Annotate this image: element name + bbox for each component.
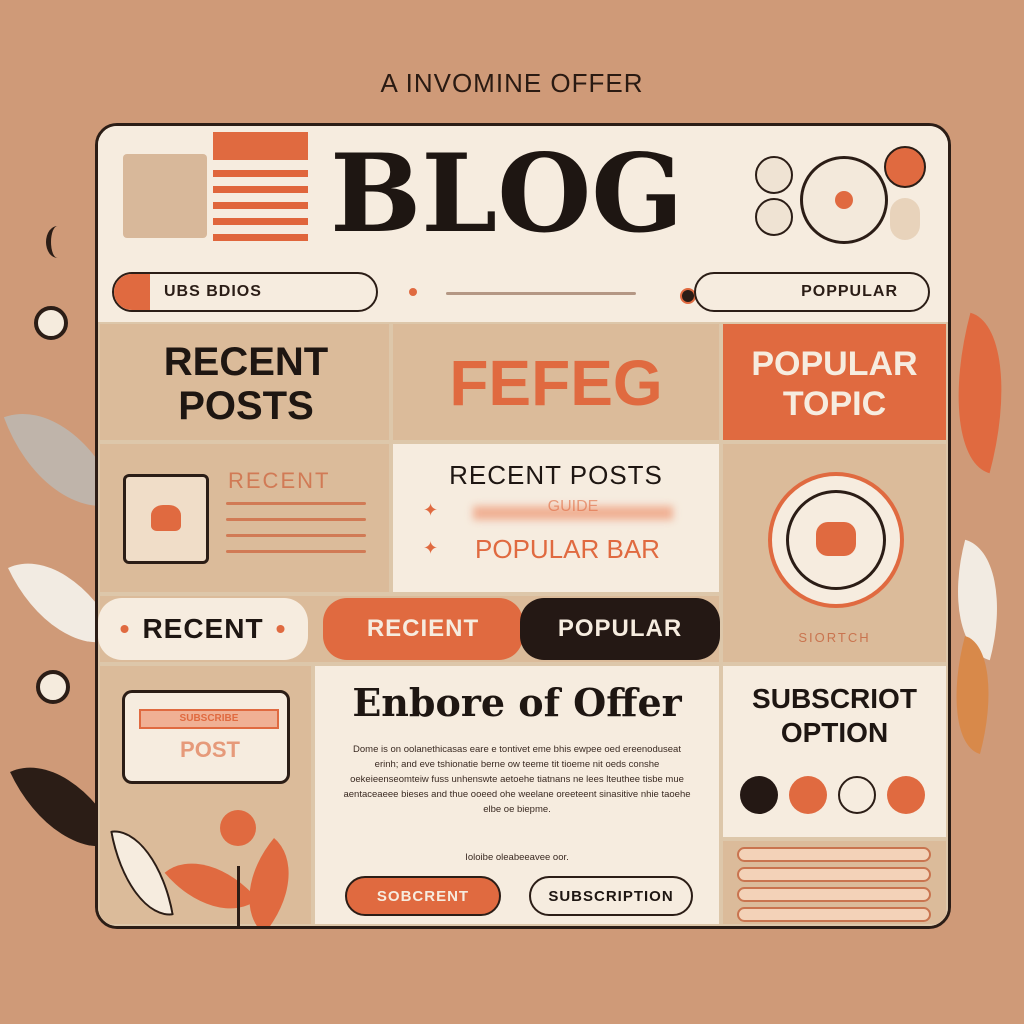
tab-recent-label: RECENT bbox=[142, 613, 264, 644]
star-thumbnail bbox=[123, 474, 209, 564]
stem bbox=[237, 866, 240, 926]
text-line bbox=[226, 534, 366, 537]
text-line bbox=[226, 550, 366, 553]
blog-title: BLOG bbox=[330, 131, 684, 257]
post-thumbnail: SUBSCRIBE POST bbox=[122, 690, 290, 784]
search-left-text: UBS BDIOS bbox=[164, 283, 262, 300]
recent-posts-card[interactable]: RECENT POSTS bbox=[98, 322, 391, 442]
bullet-icon: ✦ bbox=[423, 500, 439, 520]
recent-label: RECENT bbox=[228, 468, 331, 493]
offer-primary-button[interactable]: SOBCRENT bbox=[345, 876, 501, 916]
post-card[interactable]: SUBSCRIBE POST bbox=[98, 664, 316, 926]
recent-posts-subheading: RECENT POSTS bbox=[449, 460, 663, 490]
media-caption: SIORTCH bbox=[798, 630, 871, 645]
offer-subscription-button[interactable]: SUBSCRIPTION bbox=[529, 876, 693, 916]
bookmark-icon[interactable] bbox=[890, 198, 920, 240]
bullet-icon: ✦ bbox=[423, 538, 439, 558]
leaf-icon bbox=[164, 838, 258, 926]
star-icon bbox=[151, 505, 181, 531]
user-icon[interactable] bbox=[755, 198, 793, 236]
recent-posts-heading: RECENT POSTS bbox=[163, 340, 329, 428]
post-line2: POST bbox=[180, 737, 240, 762]
page-caption: A INVOMINE OFFER bbox=[380, 68, 644, 98]
image-placeholder-icon bbox=[123, 154, 207, 238]
stack-bar bbox=[737, 907, 931, 922]
featured-card[interactable]: FEFEG bbox=[391, 322, 721, 442]
post-line1: SUBSCRIBE bbox=[139, 709, 279, 729]
subscribe-title: SUBSCRIOT OPTION bbox=[752, 683, 917, 748]
flower-icon bbox=[220, 810, 256, 846]
blog-window: BLOG UBS BDIOS POPPULAR RECENT POSTS FEF… bbox=[95, 123, 951, 929]
offer-title: Enbore of Offer bbox=[352, 680, 682, 725]
menu-stripes-icon[interactable] bbox=[213, 132, 308, 242]
social-icon-1[interactable] bbox=[740, 776, 778, 814]
offer-footer: Ioloibe oleabeeavee oor. bbox=[465, 852, 569, 863]
divider bbox=[446, 292, 636, 295]
subscribe-card: SUBSCRIOT OPTION bbox=[721, 664, 948, 839]
recent-list-card[interactable]: RECENT bbox=[98, 442, 391, 594]
offer-card[interactable]: Enbore of Offer Dome is on oolanethicasa… bbox=[313, 664, 721, 926]
tab-recent[interactable]: • RECENT • bbox=[98, 598, 308, 660]
circle-dot-icon bbox=[34, 306, 68, 340]
settings-icon[interactable] bbox=[755, 156, 793, 194]
tab-recient[interactable]: RECIENT bbox=[323, 598, 523, 660]
featured-label: FEFEG bbox=[449, 347, 663, 419]
share-network-icon[interactable] bbox=[800, 156, 888, 244]
stack-bar bbox=[737, 847, 931, 862]
offer-body: Dome is on oolanethicasas eare e tontive… bbox=[343, 744, 691, 815]
notification-icon[interactable] bbox=[884, 146, 926, 188]
recent-posts-panel[interactable]: RECENT POSTS ✦ GUIDE ✦ POPULAR BAR bbox=[391, 442, 721, 594]
social-icon-4[interactable] bbox=[887, 776, 925, 814]
social-icon-2[interactable] bbox=[789, 776, 827, 814]
circle-dot-icon bbox=[36, 670, 70, 704]
popular-bar-link[interactable]: POPULAR BAR bbox=[475, 534, 660, 565]
popular-topic-heading: POPULAR TOPIC bbox=[751, 345, 918, 423]
blurred-link-text: GUIDE bbox=[547, 498, 599, 515]
moon-icon bbox=[46, 226, 69, 258]
text-line bbox=[226, 518, 366, 521]
search-input-left[interactable]: UBS BDIOS bbox=[112, 272, 378, 312]
search-input-right[interactable]: POPPULAR bbox=[694, 272, 930, 312]
stack-bar bbox=[737, 887, 931, 902]
social-icon-3[interactable] bbox=[838, 776, 876, 814]
stack-card bbox=[721, 839, 948, 926]
tab-popular[interactable]: POPULAR bbox=[520, 598, 720, 660]
featured-media-card[interactable]: SIORTCH bbox=[721, 442, 948, 664]
search-icon bbox=[114, 274, 150, 310]
header: BLOG UBS BDIOS POPPULAR bbox=[98, 126, 948, 322]
popular-topic-card[interactable]: POPULAR TOPIC bbox=[721, 322, 948, 442]
search-right-text: POPPULAR bbox=[801, 283, 898, 300]
play-button-icon[interactable] bbox=[768, 472, 904, 608]
dot-icon bbox=[409, 288, 417, 296]
stack-bar bbox=[737, 867, 931, 882]
text-line bbox=[226, 502, 366, 505]
